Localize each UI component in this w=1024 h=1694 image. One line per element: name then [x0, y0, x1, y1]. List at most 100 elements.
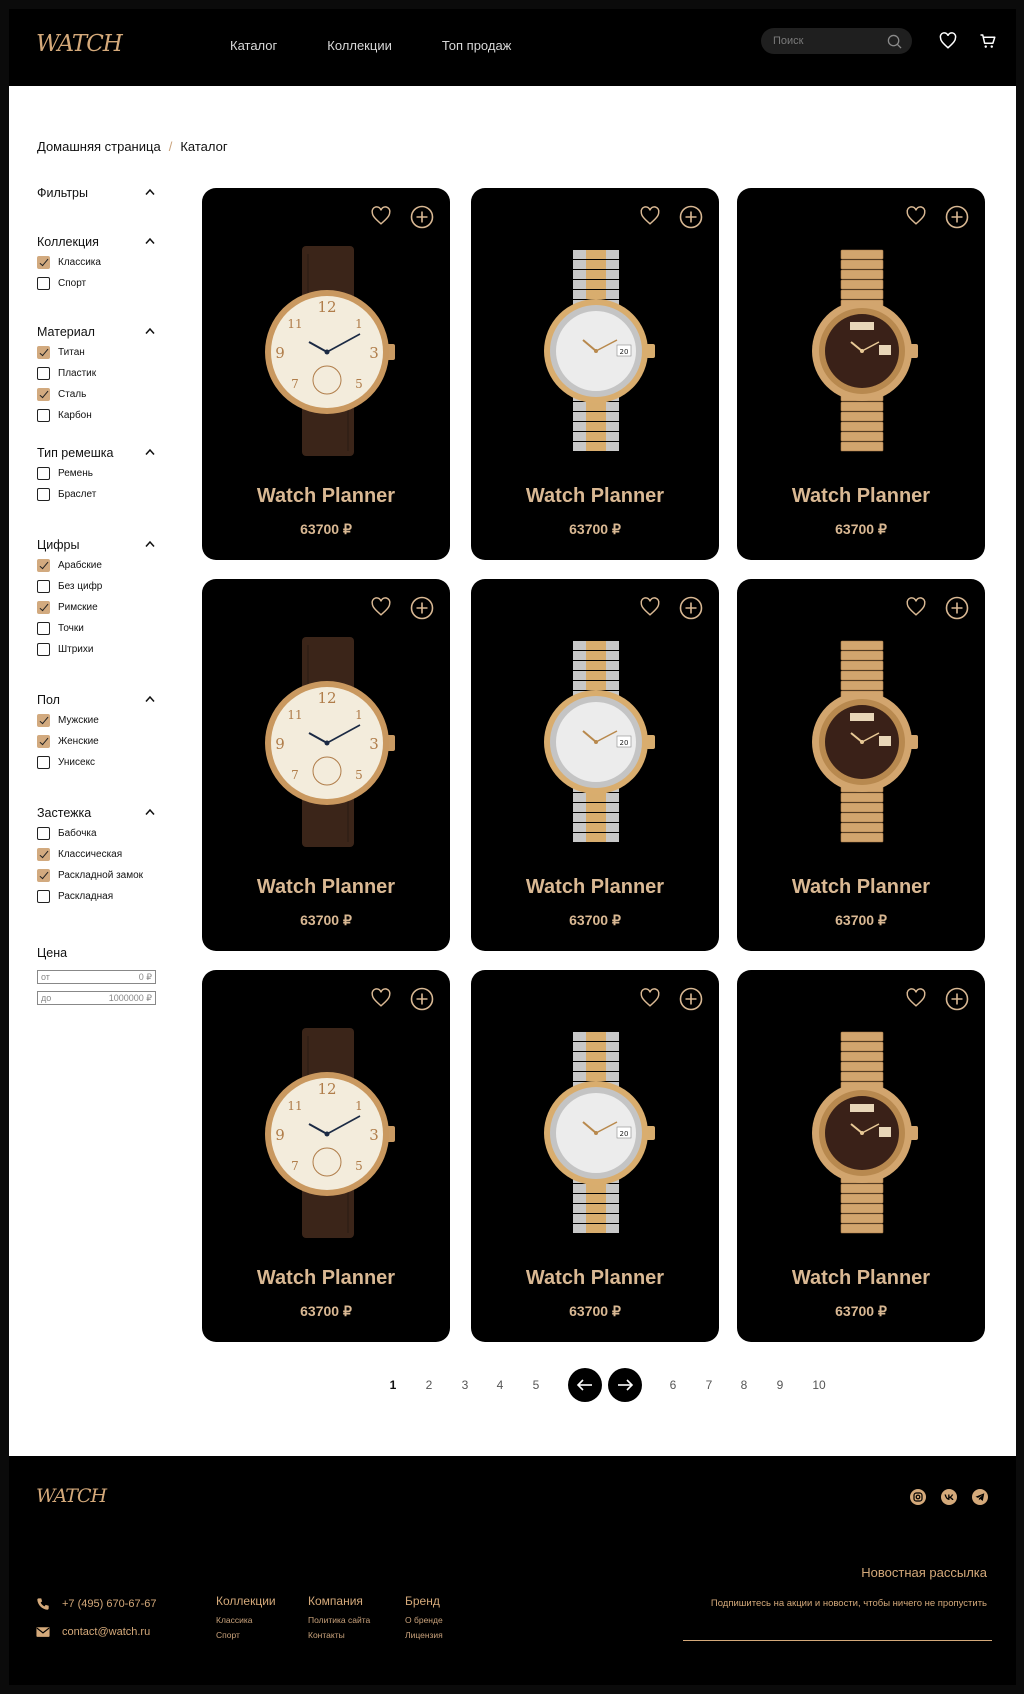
- filter-option[interactable]: Штрихи: [37, 642, 93, 656]
- footer-link[interactable]: Лицензия: [405, 1630, 443, 1640]
- heart-icon[interactable]: [370, 205, 392, 227]
- chevron-up-icon[interactable]: [145, 327, 155, 335]
- heart-icon[interactable]: [370, 987, 392, 1009]
- filter-option[interactable]: Унисекс: [37, 755, 95, 769]
- product-card[interactable]: 20 Watch Planner 63700 ₽: [471, 188, 719, 560]
- logo[interactable]: WATCH: [36, 31, 123, 57]
- chevron-up-icon[interactable]: [145, 448, 155, 456]
- chevron-up-icon[interactable]: [145, 188, 155, 196]
- heart-icon[interactable]: [639, 205, 661, 227]
- checkbox[interactable]: [37, 387, 50, 401]
- heart-icon[interactable]: [905, 596, 927, 618]
- filter-option[interactable]: Пластик: [37, 366, 96, 380]
- filter-option[interactable]: Ремень: [37, 466, 93, 480]
- watch-image[interactable]: 123911 17 5: [252, 1028, 402, 1238]
- checkbox[interactable]: [37, 847, 50, 861]
- checkbox[interactable]: [37, 826, 50, 840]
- search-icon[interactable]: [887, 34, 902, 49]
- page-number[interactable]: 8: [734, 1378, 754, 1392]
- watch-image[interactable]: [787, 1028, 937, 1238]
- heart-icon[interactable]: [905, 987, 927, 1009]
- footer-logo[interactable]: WATCH: [36, 1485, 107, 1507]
- filter-group-header[interactable]: Тип ремешка: [37, 446, 157, 462]
- product-name[interactable]: Watch Planner: [471, 485, 719, 508]
- product-name[interactable]: Watch Planner: [202, 1267, 450, 1290]
- filter-option[interactable]: Классическая: [37, 847, 122, 861]
- filter-option[interactable]: Раскладной замок: [37, 868, 143, 882]
- heart-icon[interactable]: [905, 205, 927, 227]
- filter-option[interactable]: Карбон: [37, 408, 92, 422]
- add-to-cart-icon[interactable]: [679, 987, 703, 1011]
- watch-image[interactable]: 20: [521, 246, 671, 456]
- telegram-icon[interactable]: [972, 1489, 988, 1505]
- filter-option[interactable]: Классика: [37, 255, 101, 269]
- product-card[interactable]: Watch Planner 63700 ₽: [737, 579, 985, 951]
- add-to-cart-icon[interactable]: [945, 987, 969, 1011]
- watch-image[interactable]: [787, 637, 937, 847]
- footer-link[interactable]: Политика сайта: [308, 1615, 370, 1625]
- checkbox[interactable]: [37, 466, 50, 480]
- product-card[interactable]: 12 3 9 11 1 7 5 Watch Planner 63700 ₽: [202, 579, 450, 951]
- price-to-input[interactable]: до 1000000 ₽: [37, 991, 156, 1005]
- page-number[interactable]: 6: [663, 1378, 683, 1392]
- footer-link[interactable]: Классика: [216, 1615, 276, 1625]
- checkbox[interactable]: [37, 345, 50, 359]
- checkbox[interactable]: [37, 734, 50, 748]
- checkbox[interactable]: [37, 755, 50, 769]
- filters-header[interactable]: Фильтры: [37, 186, 157, 202]
- product-name[interactable]: Watch Planner: [202, 485, 450, 508]
- filter-option[interactable]: Римские: [37, 600, 98, 614]
- footer-link[interactable]: О бренде: [405, 1615, 443, 1625]
- checkbox[interactable]: [37, 579, 50, 593]
- filter-option[interactable]: Без цифр: [37, 579, 102, 593]
- product-card[interactable]: Watch Planner 63700 ₽: [737, 188, 985, 560]
- filter-option[interactable]: Мужские: [37, 713, 99, 727]
- price-from-input[interactable]: от 0 ₽: [37, 970, 156, 984]
- checkbox[interactable]: [37, 642, 50, 656]
- filter-option[interactable]: Бабочка: [37, 826, 97, 840]
- product-card[interactable]: 20 Watch Planner 63700 ₽: [471, 579, 719, 951]
- product-name[interactable]: Watch Planner: [471, 1267, 719, 1290]
- checkbox[interactable]: [37, 366, 50, 380]
- watch-image[interactable]: [787, 246, 937, 456]
- page-number[interactable]: 9: [770, 1378, 790, 1392]
- chevron-up-icon[interactable]: [145, 695, 155, 703]
- product-card[interactable]: 12 3 9 11 1 7 5 Watch Planner 63700 ₽: [202, 188, 450, 560]
- page-number[interactable]: 1: [383, 1378, 403, 1392]
- checkbox[interactable]: [37, 487, 50, 501]
- chevron-up-icon[interactable]: [145, 237, 155, 245]
- footer-link[interactable]: Контакты: [308, 1630, 370, 1640]
- cart-icon[interactable]: [979, 32, 997, 50]
- product-name[interactable]: Watch Planner: [471, 876, 719, 899]
- product-card[interactable]: 20 Watch Planner 63700 ₽: [471, 970, 719, 1342]
- add-to-cart-icon[interactable]: [410, 205, 434, 229]
- filter-group-header[interactable]: Пол: [37, 693, 157, 709]
- filter-option[interactable]: Спорт: [37, 276, 86, 290]
- checkbox[interactable]: [37, 558, 50, 572]
- heart-icon[interactable]: [639, 987, 661, 1009]
- heart-icon[interactable]: [639, 596, 661, 618]
- nav-catalog[interactable]: Каталог: [230, 38, 277, 53]
- filter-option[interactable]: Раскладная: [37, 889, 113, 903]
- filter-group-header[interactable]: Застежка: [37, 806, 157, 822]
- add-to-cart-icon[interactable]: [410, 596, 434, 620]
- nav-collections[interactable]: Коллекции: [327, 38, 392, 53]
- product-name[interactable]: Watch Planner: [737, 1267, 985, 1290]
- instagram-icon[interactable]: [910, 1489, 926, 1505]
- breadcrumb-home[interactable]: Домашняя страница: [37, 139, 161, 154]
- watch-image[interactable]: 20: [521, 1028, 671, 1238]
- favorites-heart-icon[interactable]: [939, 32, 957, 50]
- checkbox[interactable]: [37, 408, 50, 422]
- newsletter-email-input[interactable]: [683, 1640, 992, 1641]
- checkbox[interactable]: [37, 600, 50, 614]
- add-to-cart-icon[interactable]: [945, 205, 969, 229]
- checkbox[interactable]: [37, 713, 50, 727]
- page-number[interactable]: 2: [419, 1378, 439, 1392]
- nav-top-sales[interactable]: Топ продаж: [442, 38, 512, 53]
- page-number[interactable]: 7: [699, 1378, 719, 1392]
- checkbox[interactable]: [37, 276, 50, 290]
- checkbox[interactable]: [37, 868, 50, 882]
- search-input[interactable]: [773, 33, 883, 49]
- footer-phone[interactable]: +7 (495) 670-67-67: [36, 1597, 156, 1611]
- filter-option[interactable]: Сталь: [37, 387, 86, 401]
